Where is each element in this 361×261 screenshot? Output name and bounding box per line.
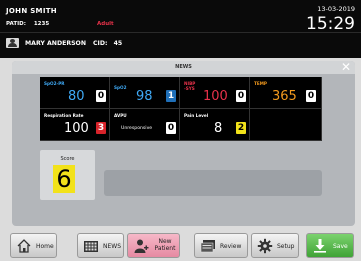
param-label: Respiration Rate xyxy=(44,113,84,118)
param-cell-empty xyxy=(250,109,322,141)
param-score: 1 xyxy=(166,90,176,102)
clinician-name: MARY ANDERSON xyxy=(25,40,86,47)
bottom-toolbar: Home NEWS New Patient Review Setup Save xyxy=(0,229,361,261)
gear-icon xyxy=(257,238,273,254)
user-icon xyxy=(6,38,19,48)
param-value: 365 xyxy=(272,89,297,104)
news-button[interactable]: NEWS xyxy=(77,233,124,258)
param-cell-spo2[interactable]: SpO2 98 1 xyxy=(110,77,180,109)
date-display: 13-03-2019 xyxy=(317,5,355,13)
param-cell-respiration-rate[interactable]: Respiration Rate 100 3 xyxy=(40,109,110,141)
param-value: 80 xyxy=(68,89,85,104)
close-icon[interactable]: ✕ xyxy=(340,61,352,73)
param-value: 98 xyxy=(136,89,153,104)
param-score: 0 xyxy=(236,90,246,102)
news-label: NEWS xyxy=(103,243,122,250)
setup-label: Setup xyxy=(277,243,295,250)
download-icon xyxy=(314,239,326,253)
cid-label: CID: xyxy=(93,40,108,47)
patient-id: PATID: 1235 xyxy=(6,21,49,27)
patient-name: JOHN SMITH xyxy=(6,7,57,15)
home-label: Home xyxy=(36,243,54,250)
keypad-icon xyxy=(84,241,98,252)
clinician-id: CID: 45 xyxy=(93,40,122,47)
param-score: 3 xyxy=(96,122,106,134)
patid-label: PATID: xyxy=(6,21,26,27)
param-value: 8 xyxy=(214,121,223,136)
param-cell-spo2-pr[interactable]: SpO2-PR 80 0 xyxy=(40,77,110,109)
clinical-advice-area xyxy=(104,170,322,196)
patient-category: Adult xyxy=(97,21,114,27)
param-cell-temp[interactable]: TEMP 365 0 xyxy=(250,77,322,109)
save-label: Save xyxy=(333,243,348,250)
cid-value: 45 xyxy=(113,40,123,47)
total-score-value: 6 xyxy=(53,165,75,193)
review-label: Review xyxy=(220,243,242,250)
param-cell-pain-level[interactable]: Pain Level 8 2 xyxy=(180,109,250,141)
param-label: Pain Level xyxy=(184,113,209,118)
param-label: SpO2-PR xyxy=(44,81,65,86)
param-cell-avpu[interactable]: AVPU Unresponsive 0 xyxy=(110,109,180,141)
header-divider xyxy=(0,32,361,33)
param-value: Unresponsive xyxy=(121,126,153,131)
dialog-title-bar: NEWS ✕ xyxy=(12,61,355,74)
time-display: 15:29 xyxy=(306,14,355,34)
patient-header: JOHN SMITH PATID: 1235 Adult 13-03-2019 … xyxy=(0,0,361,58)
review-button[interactable]: Review xyxy=(194,233,248,258)
param-value: 100 xyxy=(64,121,89,136)
param-value: 100 xyxy=(203,89,228,104)
total-score-panel: Score 6 xyxy=(40,150,95,200)
news-parameter-grid: SpO2-PR 80 0 SpO2 98 1 NIBP -SYS 100 0 T… xyxy=(40,77,322,141)
param-label: NIBP -SYS xyxy=(184,81,196,91)
param-cell-nibp-sys[interactable]: NIBP -SYS 100 0 xyxy=(180,77,250,109)
new-patient-label: New Patient xyxy=(154,238,176,252)
add-patient-icon xyxy=(134,239,149,253)
home-button[interactable]: Home xyxy=(10,233,57,258)
param-label: SpO2 xyxy=(114,85,127,90)
dialog-title: NEWS xyxy=(175,64,192,70)
total-score-label: Score xyxy=(60,156,75,162)
param-score: 0 xyxy=(306,90,316,102)
patid-value: 1235 xyxy=(33,21,50,27)
new-patient-button[interactable]: New Patient xyxy=(127,233,180,258)
save-button[interactable]: Save xyxy=(306,233,354,258)
monitor-screen: JOHN SMITH PATID: 1235 Adult 13-03-2019 … xyxy=(0,0,361,261)
param-label: TEMP xyxy=(254,81,267,86)
param-label: AVPU xyxy=(114,113,127,118)
review-icon xyxy=(200,240,215,253)
home-icon xyxy=(17,239,31,253)
setup-button[interactable]: Setup xyxy=(251,233,299,258)
param-score: 0 xyxy=(166,122,176,134)
param-score: 0 xyxy=(96,90,106,102)
param-score: 2 xyxy=(236,122,246,134)
